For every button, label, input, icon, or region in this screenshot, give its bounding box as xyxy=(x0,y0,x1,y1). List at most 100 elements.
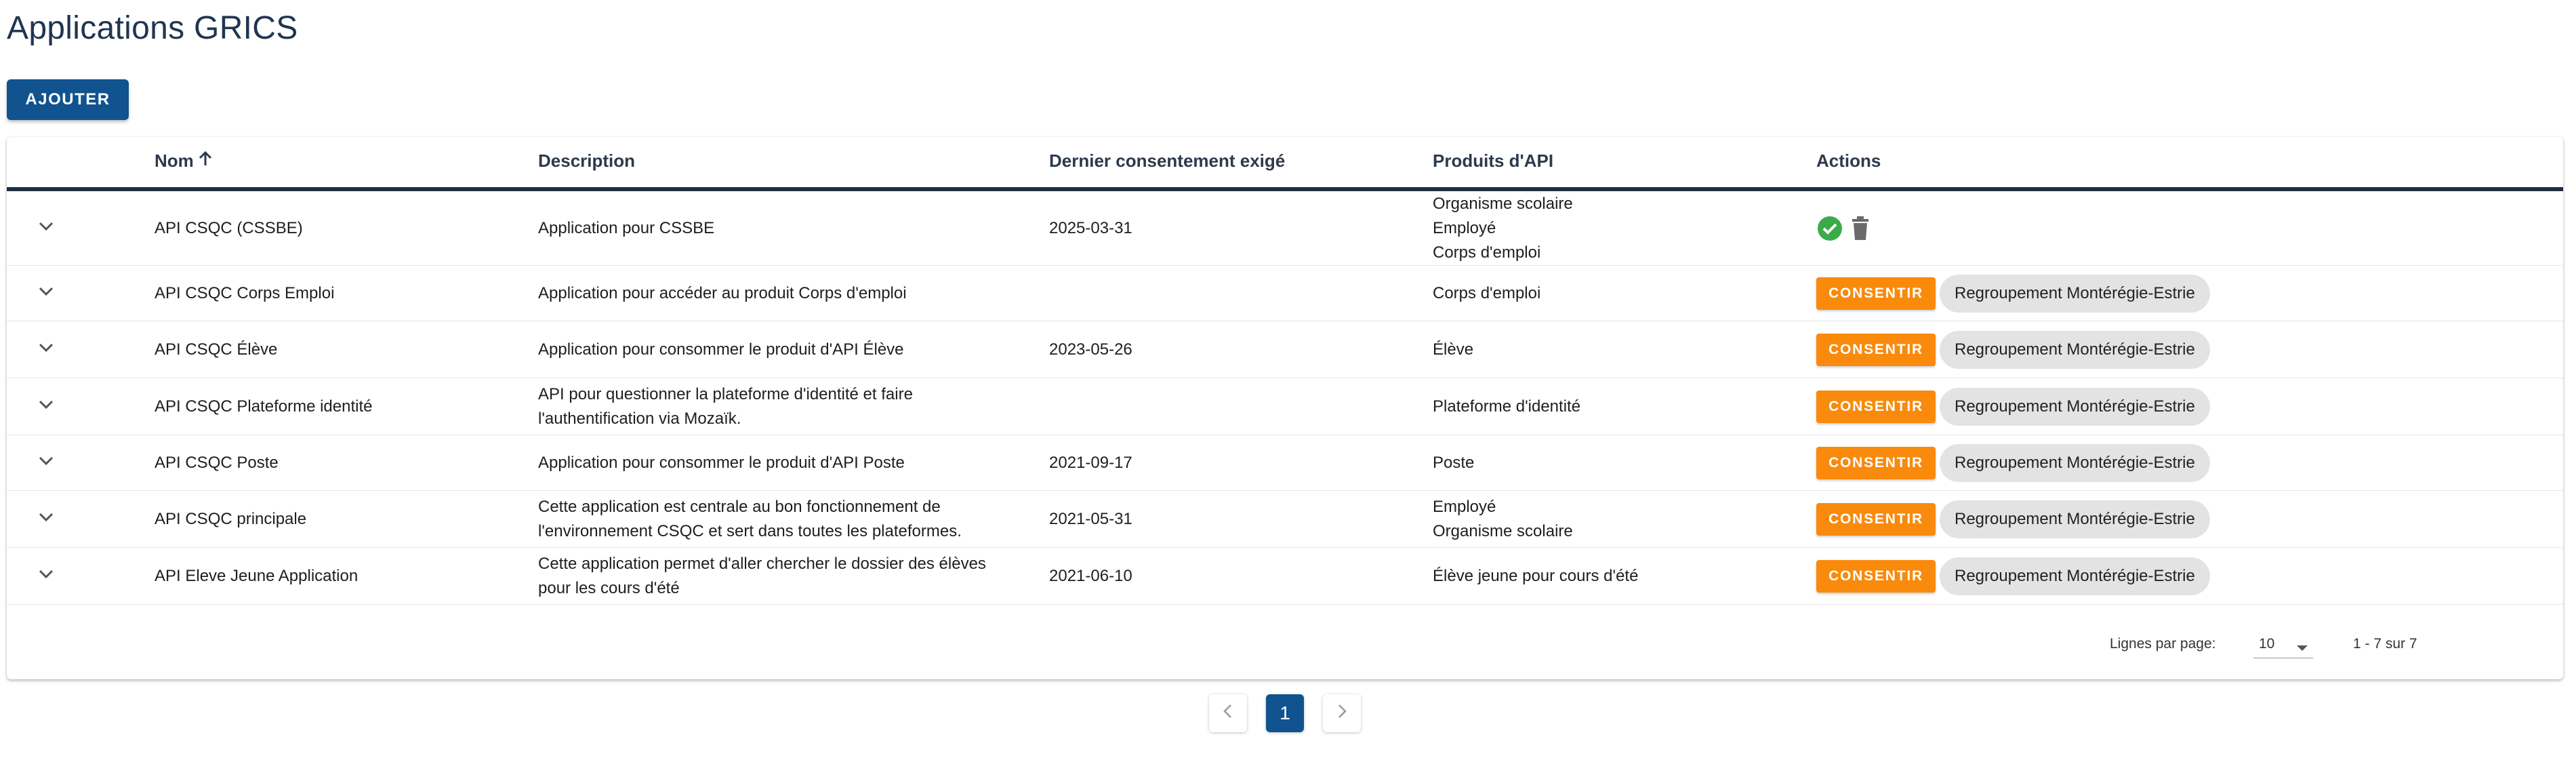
description-line: Cette application permet d'aller cherche… xyxy=(538,554,986,573)
expand-row-button[interactable] xyxy=(33,280,60,307)
table-row: API CSQC Plateforme identité API pour que… xyxy=(7,378,2563,435)
chevron-down-icon xyxy=(38,342,54,357)
application-description: Application pour consommer le produit d'… xyxy=(538,435,905,490)
group-chip[interactable]: Regroupement Montérégie-Estrie xyxy=(1940,557,2210,595)
consent-date: 2021-09-17 xyxy=(1049,435,1132,490)
column-header-products: Produits d'API xyxy=(1433,151,1554,171)
trash-icon[interactable] xyxy=(1850,216,1870,241)
application-description: Cette application est centrale au bon fo… xyxy=(538,491,962,547)
description-line: Application pour consommer le produit d'… xyxy=(538,453,905,472)
table-row: API CSQC principale Cette application est… xyxy=(7,491,2563,548)
consent-button[interactable]: CONSENTIR xyxy=(1816,502,1936,536)
api-products: Plateforme d'identité xyxy=(1433,378,1580,435)
application-description: API pour questionner la plateforme d'ide… xyxy=(538,378,913,435)
row-actions: CONSENTIR Regroupement Montérégie-Estrie xyxy=(1816,266,2210,321)
api-product-item: Élève jeune pour cours d'été xyxy=(1433,566,1639,585)
consent-button[interactable]: CONSENTIR xyxy=(1816,390,1936,423)
description-line: Application pour consommer le produit d'… xyxy=(538,340,904,359)
api-products: Corps d'emploi xyxy=(1433,266,1540,321)
table-row: API CSQC Poste Application pour consommer… xyxy=(7,435,2563,491)
previous-page-button[interactable] xyxy=(1209,694,1247,732)
consent-button[interactable]: CONSENTIR xyxy=(1816,559,1936,593)
consent-date: 2021-06-10 xyxy=(1049,548,1132,604)
application-description: Application pour consommer le produit d'… xyxy=(538,321,904,378)
api-product-item: Employé xyxy=(1433,218,1496,237)
row-actions: CONSENTIR Regroupement Montérégie-Estrie xyxy=(1816,491,2210,547)
application-name: API CSQC Poste xyxy=(155,435,279,490)
table-row: API CSQC Corps Emploi Application pour ac… xyxy=(7,266,2563,321)
description-line: Cette application est centrale au bon fo… xyxy=(538,497,941,516)
consent-button[interactable]: CONSENTIR xyxy=(1816,446,1936,479)
group-chip[interactable]: Regroupement Montérégie-Estrie xyxy=(1940,500,2210,538)
group-chip[interactable]: Regroupement Montérégie-Estrie xyxy=(1940,274,2210,313)
caret-down-icon xyxy=(2295,640,2309,656)
api-product-item: Plateforme d'identité xyxy=(1433,397,1581,416)
application-name: API Eleve Jeune Application xyxy=(155,548,358,604)
table-row: API CSQC Élève Application pour consommer… xyxy=(7,321,2563,378)
description-line: Application pour accéder au produit Corp… xyxy=(538,283,907,302)
description-line: l'authentification via Mozaïk. xyxy=(538,409,741,428)
application-name-text: API Eleve Jeune Application xyxy=(155,566,359,585)
next-page-button[interactable] xyxy=(1323,694,1361,732)
page-1-button[interactable]: 1 xyxy=(1266,694,1304,732)
applications-table: Nom Description Dernier consentement exi… xyxy=(7,137,2563,679)
api-products: Employé Organisme scolaire xyxy=(1433,491,1573,547)
expand-row-button[interactable] xyxy=(33,506,60,533)
consent-date: 2021-05-31 xyxy=(1049,491,1132,547)
page-title: Applications GRICS xyxy=(7,10,298,46)
column-header-name-label: Nom xyxy=(155,151,194,171)
description-line: API pour questionner la plateforme d'ide… xyxy=(538,384,913,403)
application-name: API CSQC Corps Emploi xyxy=(155,266,334,321)
application-name: API CSQC Élève xyxy=(155,321,277,378)
column-header-actions: Actions xyxy=(1816,151,1881,171)
column-header-description: Description xyxy=(538,151,636,171)
row-actions xyxy=(1816,191,1870,265)
application-description: Application pour accéder au produit Corp… xyxy=(538,266,907,321)
expand-row-button[interactable] xyxy=(33,336,60,363)
application-name-text: API CSQC principale xyxy=(155,509,307,528)
application-name-text: API CSQC (CSSBE) xyxy=(155,218,303,237)
description-line: pour les cours d'été xyxy=(538,578,680,597)
application-name: API CSQC Plateforme identité xyxy=(155,378,372,435)
chevron-down-icon xyxy=(38,456,54,470)
consent-button[interactable]: CONSENTIR xyxy=(1816,277,1936,310)
chevron-down-icon xyxy=(38,569,54,583)
table-header: Nom Description Dernier consentement exi… xyxy=(7,137,2563,191)
consent-button[interactable]: CONSENTIR xyxy=(1816,333,1936,366)
row-actions: CONSENTIR Regroupement Montérégie-Estrie xyxy=(1816,435,2210,490)
row-actions: CONSENTIR Regroupement Montérégie-Estrie xyxy=(1816,378,2210,435)
rows-per-page-label: Lignes par page: xyxy=(2110,636,2216,652)
api-products: Poste xyxy=(1433,435,1474,490)
application-name-text: API CSQC Poste xyxy=(155,453,279,472)
pagination-range: 1 - 7 sur 7 xyxy=(2353,636,2417,652)
api-products: Élève xyxy=(1433,321,1473,378)
api-products: Élève jeune pour cours d'été xyxy=(1433,548,1638,604)
expand-row-button[interactable] xyxy=(33,215,60,242)
rows-per-page-select[interactable]: 10 xyxy=(2253,629,2313,658)
description-line: l'environnement CSQC et sert dans toutes… xyxy=(538,521,962,540)
check-circle-icon[interactable] xyxy=(1816,215,1843,242)
expand-row-button[interactable] xyxy=(33,563,60,590)
api-product-item: Élève xyxy=(1433,340,1474,359)
group-chip[interactable]: Regroupement Montérégie-Estrie xyxy=(1940,330,2210,369)
consent-date: 2025-03-31 xyxy=(1049,191,1132,265)
group-chip[interactable]: Regroupement Montérégie-Estrie xyxy=(1940,443,2210,482)
table-row: API Eleve Jeune Application Cette applica… xyxy=(7,548,2563,605)
chevron-down-icon xyxy=(38,399,54,414)
add-button[interactable]: AJOUTER xyxy=(7,79,129,120)
expand-row-button[interactable] xyxy=(33,393,60,420)
api-product-item: Corps d'emploi xyxy=(1433,283,1541,302)
expand-row-button[interactable] xyxy=(33,450,60,477)
application-description: Application pour CSSBE xyxy=(538,191,714,265)
consent-date-text: 2021-06-10 xyxy=(1049,566,1132,585)
group-chip[interactable]: Regroupement Montérégie-Estrie xyxy=(1940,387,2210,426)
application-name: API CSQC (CSSBE) xyxy=(155,191,303,265)
application-name-text: API CSQC Élève xyxy=(155,340,278,359)
column-header-name[interactable]: Nom xyxy=(155,151,213,172)
consent-date-text: 2021-05-31 xyxy=(1049,509,1132,528)
chevron-left-icon xyxy=(1221,702,1235,724)
consent-date-text: 2021-09-17 xyxy=(1049,453,1132,472)
row-actions: CONSENTIR Regroupement Montérégie-Estrie xyxy=(1816,548,2210,604)
api-product-item: Poste xyxy=(1433,453,1475,472)
table-row: API CSQC (CSSBE) Application pour CSSBE 20… xyxy=(7,191,2563,266)
